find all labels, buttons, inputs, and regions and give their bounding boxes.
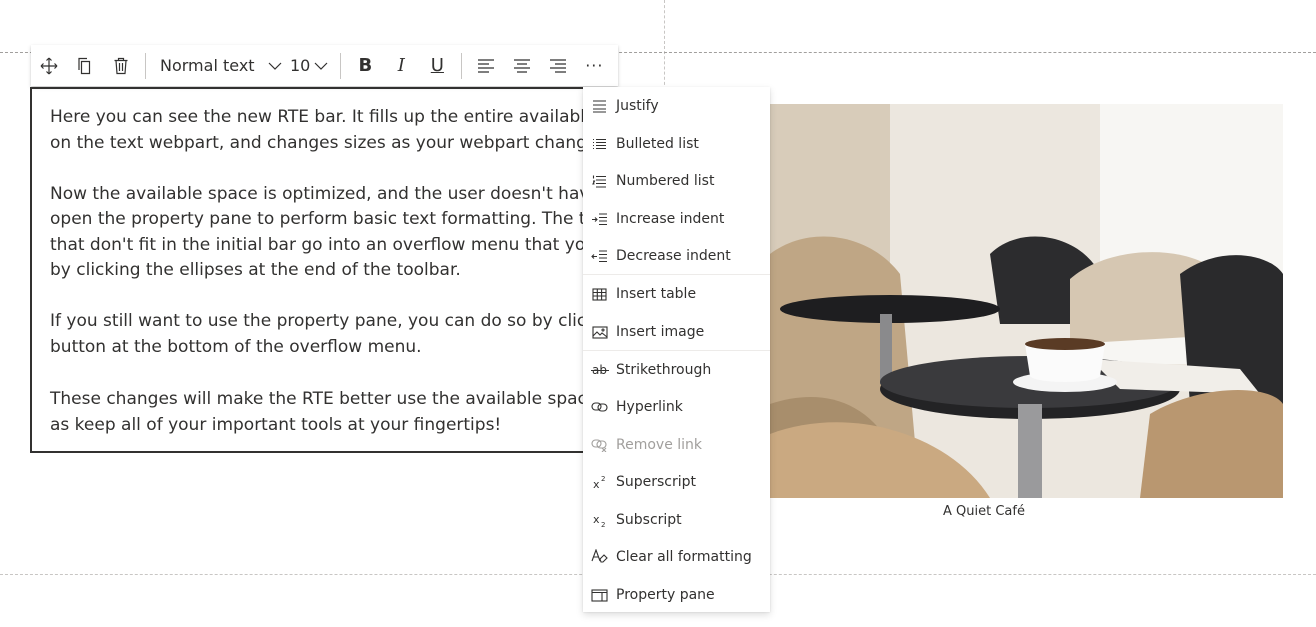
- decrease-indent-icon: [591, 249, 607, 262]
- paragraph-line: These changes will make the RTE better u…: [50, 389, 590, 409]
- menu-item-label: Bulleted list: [616, 136, 699, 152]
- menu-item-label: Strikethrough: [616, 362, 712, 378]
- justify-icon: [593, 99, 606, 113]
- menu-item-label: Decrease indent: [616, 248, 731, 264]
- paragraph-line: as keep all of your important tools at y…: [50, 414, 502, 435]
- align-center-icon: [514, 58, 531, 73]
- overflow-menu: Justify Bulleted list Numbered list Incr…: [583, 87, 770, 612]
- more-options-button[interactable]: ···: [576, 45, 612, 86]
- bulleted-list-icon: [593, 138, 606, 149]
- italic-button[interactable]: I: [383, 45, 419, 86]
- underline-button[interactable]: U: [419, 45, 455, 86]
- menu-item-subscript[interactable]: x2 Subscript: [583, 502, 770, 538]
- italic-label: I: [397, 55, 405, 76]
- subscript-icon: x2: [593, 513, 605, 527]
- text-webpart[interactable]: Here you can see the new RTE bar. It fil…: [30, 87, 590, 453]
- more-options-icon: ···: [585, 56, 604, 75]
- menu-item-justify[interactable]: Justify: [583, 88, 770, 124]
- strikethrough-icon: ab: [590, 363, 609, 377]
- bold-label: B: [358, 55, 373, 76]
- menu-item-clear-formatting[interactable]: Clear all formatting: [583, 539, 770, 575]
- menu-item-label: Property pane: [616, 587, 715, 603]
- menu-item-bulleted-list[interactable]: Bulleted list: [583, 126, 770, 162]
- paragraph-line: by clicking the ellipses at the end of t…: [50, 260, 461, 280]
- superscript-icon: x2: [593, 475, 605, 489]
- paragraph-line: Here you can see the new RTE bar. It fil…: [50, 107, 590, 127]
- delete-icon[interactable]: [103, 45, 139, 86]
- menu-item-numbered-list[interactable]: Numbered list: [583, 163, 770, 199]
- rte-toolbar: Normal text 10 B I U ···: [31, 45, 618, 86]
- paragraph-line: If you still want to use the property pa…: [50, 311, 590, 331]
- align-left-icon: [478, 58, 495, 73]
- align-right-icon: [550, 58, 567, 73]
- cafe-image[interactable]: [770, 104, 1283, 498]
- menu-item-strikethrough[interactable]: ab Strikethrough: [583, 352, 770, 388]
- menu-item-label: Insert table: [616, 286, 697, 302]
- text-style-value: Normal text: [160, 56, 255, 75]
- font-size-value: 10: [290, 56, 311, 75]
- toolbar-separator: [145, 52, 146, 79]
- menu-item-label: Remove link: [616, 437, 703, 453]
- image-icon: [591, 325, 608, 339]
- menu-item-superscript[interactable]: x2 Superscript: [583, 464, 770, 500]
- chevron-down-icon: [268, 62, 282, 70]
- toolbar-separator: [340, 52, 342, 79]
- menu-divider: [583, 350, 770, 351]
- svg-text:x: x: [593, 513, 600, 526]
- clear-formatting-icon: [591, 549, 608, 563]
- paragraph-line: open the property pane to perform basic …: [50, 209, 590, 229]
- menu-item-insert-image[interactable]: Insert image: [583, 314, 770, 350]
- toolbar-separator: [461, 52, 463, 79]
- align-left-button[interactable]: [468, 45, 504, 86]
- paragraph-line: on the text webpart, and changes sizes a…: [50, 132, 590, 153]
- move-icon[interactable]: [31, 45, 67, 86]
- align-right-button[interactable]: [540, 45, 576, 86]
- duplicate-icon[interactable]: [67, 45, 103, 86]
- chevron-down-icon: [314, 62, 328, 70]
- cafe-photo-illustration: [770, 104, 1283, 498]
- menu-item-label: Increase indent: [616, 211, 725, 227]
- image-caption[interactable]: A Quiet Café: [770, 504, 1198, 519]
- paragraph-line: button at the bottom of the overflow men…: [50, 336, 422, 357]
- menu-item-label: Subscript: [616, 512, 682, 528]
- menu-item-label: Superscript: [616, 474, 697, 490]
- property-pane-icon: [591, 588, 608, 602]
- svg-text:2: 2: [601, 475, 605, 483]
- increase-indent-icon: [592, 212, 607, 225]
- text-style-dropdown[interactable]: Normal text: [152, 45, 286, 86]
- align-center-button[interactable]: [504, 45, 540, 86]
- table-icon: [592, 287, 607, 301]
- menu-item-insert-table[interactable]: Insert table: [583, 276, 770, 312]
- menu-item-label: Clear all formatting: [616, 549, 752, 565]
- menu-item-remove-link[interactable]: Remove link: [583, 427, 770, 463]
- svg-text:2: 2: [601, 521, 605, 527]
- paragraph-line: Now the available space is optimized, an…: [50, 183, 590, 204]
- paragraph-line: that don't fit in the initial bar go int…: [50, 234, 590, 255]
- menu-item-hyperlink[interactable]: Hyperlink: [583, 389, 770, 425]
- section-column-divider: [664, 0, 665, 90]
- menu-item-label: Numbered list: [616, 173, 715, 189]
- menu-item-label: Insert image: [616, 324, 705, 340]
- underline-label: U: [430, 55, 444, 76]
- menu-item-label: Hyperlink: [616, 399, 683, 415]
- menu-item-label: Justify: [616, 98, 659, 114]
- menu-item-decrease-indent[interactable]: Decrease indent: [583, 238, 770, 274]
- font-size-dropdown[interactable]: 10: [286, 45, 334, 86]
- link-icon: [591, 402, 608, 412]
- menu-item-property-pane[interactable]: Property pane: [583, 577, 770, 613]
- bold-button[interactable]: B: [347, 45, 383, 86]
- svg-text:x: x: [593, 478, 600, 489]
- numbered-list-icon: [592, 175, 606, 188]
- menu-divider: [583, 274, 770, 275]
- remove-link-icon: [591, 438, 607, 452]
- menu-item-increase-indent[interactable]: Increase indent: [583, 201, 770, 237]
